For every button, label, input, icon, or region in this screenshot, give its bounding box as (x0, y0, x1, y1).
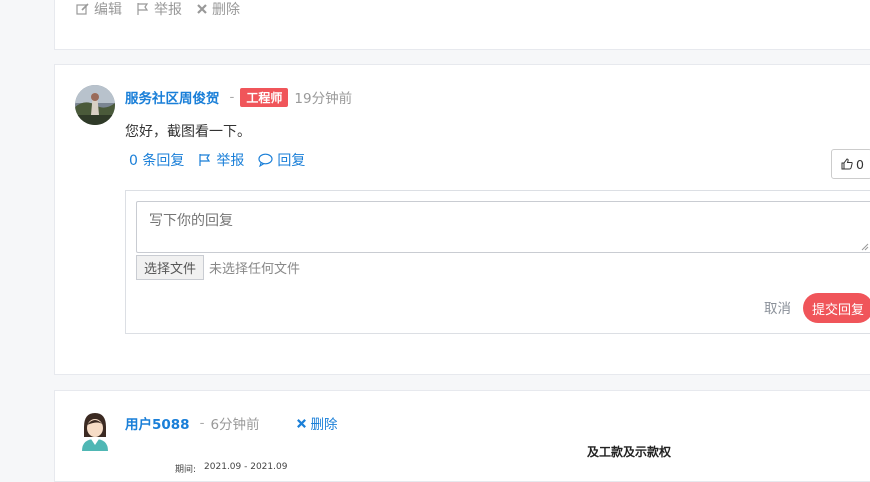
flag-icon (137, 3, 149, 15)
next-comment-card: 用户5088 - 6分钟前 删除 及工款及示款权 期间: 2021.09 - 2… (54, 390, 870, 482)
like-count: 0 (856, 156, 864, 172)
image-date: 2021.09 - 2021.09 (204, 462, 288, 472)
comment-text: 您好，截图看一下。 (125, 124, 251, 140)
close-icon (296, 418, 306, 428)
speech-bubble-icon (258, 153, 273, 167)
timestamp: 6分钟前 (210, 417, 260, 433)
cancel-button[interactable]: 取消 (764, 297, 791, 317)
reply-form: 选择文件 未选择任何文件 取消 提交回复 (125, 190, 870, 334)
reply-textarea[interactable] (136, 201, 870, 253)
username[interactable]: 服务社区周俊贺 (125, 87, 220, 107)
image-label: 期间: (175, 465, 197, 475)
avatar[interactable] (79, 411, 111, 451)
avatar[interactable] (75, 85, 115, 125)
delete-action[interactable]: 删除 (196, 0, 240, 19)
replies-count-link[interactable]: 0 条回复 (129, 150, 184, 170)
resize-handle-icon[interactable] (859, 241, 869, 251)
choose-file-button[interactable]: 选择文件 (136, 255, 205, 280)
delete-link-label: 删除 (310, 417, 338, 433)
role-badge: 工程师 (240, 87, 289, 107)
username[interactable]: 用户5088 (125, 413, 190, 433)
previous-post-card: 编辑 举报 删除 (54, 0, 870, 50)
delete-label: 删除 (212, 2, 240, 18)
like-button[interactable]: 0 (831, 149, 870, 179)
edit-action[interactable]: 编辑 (76, 0, 122, 19)
no-file-label: 未选择任何文件 (209, 262, 301, 277)
separator: - (199, 415, 205, 431)
close-icon (197, 4, 207, 14)
reply-link-label: 回复 (277, 153, 306, 169)
report-label: 举报 (154, 2, 182, 18)
comment-links: 0 条回复 举报 回复 (129, 150, 305, 170)
comment-meta: 服务社区周俊贺 - 工程师 19分钟前 (125, 87, 352, 107)
report-link[interactable]: 举报 (198, 150, 244, 170)
attached-image[interactable]: 及工款及示款权 期间: 2021.09 - 2021.09 (175, 437, 695, 477)
reply-link[interactable]: 回复 (258, 150, 305, 170)
edit-icon (76, 3, 89, 15)
thumbs-up-icon (841, 158, 853, 170)
flag-icon (199, 154, 211, 166)
report-action[interactable]: 举报 (136, 0, 182, 19)
comment-meta: 用户5088 - 6分钟前 删除 (125, 413, 338, 433)
delete-link[interactable]: 删除 (296, 413, 338, 433)
image-heading: 及工款及示款权 (587, 445, 672, 459)
report-link-label: 举报 (216, 153, 245, 169)
image-row: 期间: 2021.09 - 2021.09 (175, 462, 287, 475)
post-actions: 编辑 举报 删除 (76, 0, 240, 19)
edit-label: 编辑 (94, 2, 122, 18)
file-upload-row: 选择文件 未选择任何文件 (136, 255, 300, 280)
submit-reply-button[interactable]: 提交回复 (803, 293, 870, 323)
comment-card: 服务社区周俊贺 - 工程师 19分钟前 您好，截图看一下。 0 条回复 举报 回… (54, 64, 870, 375)
timestamp: 19分钟前 (294, 91, 353, 107)
separator: - (229, 89, 235, 105)
